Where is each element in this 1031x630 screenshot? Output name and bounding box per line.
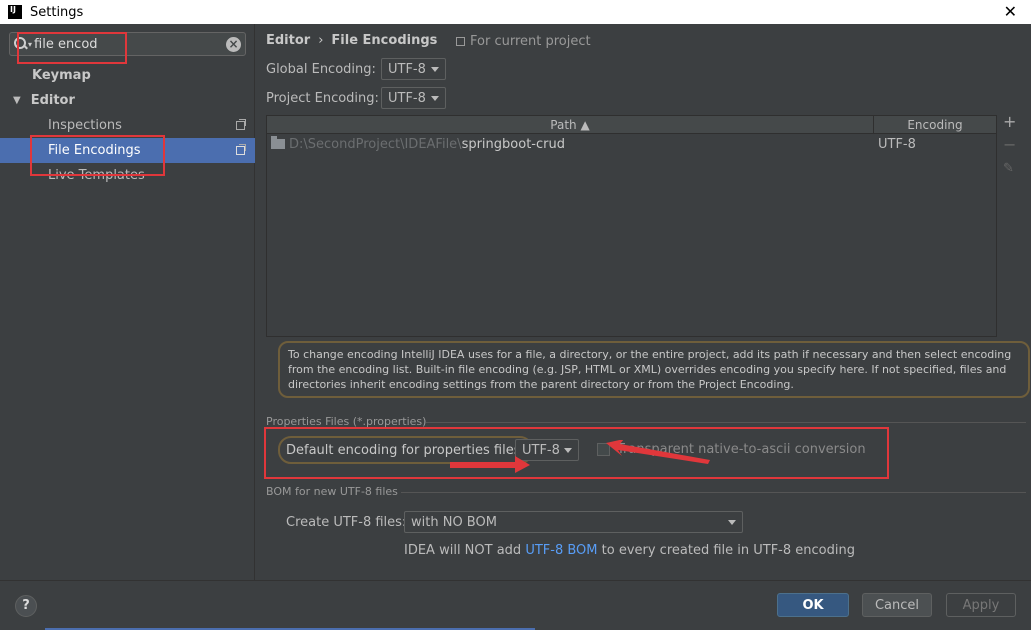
breadcrumb-current: File Encodings: [331, 33, 438, 48]
sidebar-item-live-templates[interactable]: Live Templates: [0, 163, 255, 188]
table-row[interactable]: D:\SecondProject\IDEAFile\ springboot-cru…: [267, 134, 996, 154]
settings-sidebar: ▾ file encod × Keymap ▼ Editor Inspectio…: [0, 24, 255, 580]
sidebar-item-editor[interactable]: ▼ Editor: [0, 88, 255, 113]
intellij-logo-icon: IJ: [8, 5, 22, 19]
properties-section-title: Properties Files (*.properties): [266, 415, 427, 428]
folder-icon: [271, 136, 285, 149]
expand-arrow-icon[interactable]: ▼: [13, 95, 21, 106]
encoding-column-header[interactable]: Encoding: [874, 116, 996, 133]
global-encoding-select[interactable]: UTF-8: [381, 58, 446, 80]
cancel-button[interactable]: Cancel: [862, 593, 932, 617]
encoding-cell[interactable]: UTF-8: [874, 137, 996, 152]
settings-search-input[interactable]: ▾ file encod ×: [9, 32, 246, 56]
path-column-header[interactable]: Path ▲: [267, 116, 874, 133]
search-icon[interactable]: [14, 37, 28, 51]
default-properties-encoding-label-text: Default encoding for properties files:: [286, 442, 525, 458]
sidebar-item-keymap[interactable]: Keymap: [0, 63, 255, 88]
path-cell[interactable]: D:\SecondProject\IDEAFile\ springboot-cru…: [267, 136, 874, 152]
sidebar-item-label: Live Templates: [48, 168, 145, 183]
properties-encoding-value: UTF-8: [522, 442, 560, 458]
clear-search-icon[interactable]: ×: [226, 36, 241, 52]
project-scope-icon: [236, 144, 246, 155]
title-bar: IJ Settings ✕: [0, 0, 1031, 24]
project-scope-icon: [456, 37, 465, 46]
properties-encoding-select[interactable]: UTF-8: [515, 439, 579, 461]
scope-hint-text: For current project: [470, 34, 591, 49]
project-scope-icon: [236, 119, 246, 130]
create-utf8-files-select[interactable]: with NO BOM: [404, 511, 743, 533]
ok-button[interactable]: OK: [777, 593, 849, 617]
create-utf8-files-value: with NO BOM: [411, 514, 497, 530]
bom-hint-pre: IDEA will NOT add: [404, 543, 526, 558]
chevron-down-icon: [564, 448, 572, 453]
bom-hint-post: to every created file in UTF-8 encoding: [597, 543, 855, 558]
path-prefix: D:\SecondProject\IDEAFile\: [289, 136, 462, 152]
settings-content: Editor › File Encodings For current proj…: [256, 24, 1031, 580]
chevron-down-icon: [431, 67, 439, 72]
project-encoding-label: Project Encoding:: [266, 91, 379, 106]
bom-hint: IDEA will NOT add UTF-8 BOM to every cre…: [404, 543, 855, 558]
sidebar-item-label: Editor: [30, 93, 75, 108]
table-header: Path ▲ Encoding: [267, 116, 996, 134]
section-divider: [426, 422, 1026, 423]
native-to-ascii-label[interactable]: Transparent native-to-ascii conversion: [617, 442, 866, 457]
chevron-down-icon: [431, 96, 439, 101]
scope-hint: For current project: [456, 34, 591, 49]
info-message: To change encoding IntelliJ IDEA uses fo…: [278, 341, 1030, 398]
create-utf8-files-label: Create UTF-8 files:: [286, 515, 407, 530]
edit-icon[interactable]: ✎: [1003, 161, 1014, 176]
native-to-ascii-checkbox[interactable]: [597, 443, 610, 456]
apply-button[interactable]: Apply: [946, 593, 1016, 617]
breadcrumb-separator: ›: [318, 33, 324, 48]
section-divider: [401, 492, 1026, 493]
bom-section-title: BOM for new UTF-8 files: [266, 485, 398, 498]
chevron-down-icon: [728, 520, 736, 525]
dialog-footer: ? OK Cancel Apply: [0, 580, 1031, 630]
breadcrumb-parent[interactable]: Editor: [266, 33, 310, 48]
project-encoding-value: UTF-8: [388, 90, 426, 106]
path-encoding-table: Path ▲ Encoding D:\SecondProject\IDEAFil…: [266, 115, 997, 337]
chevron-down-icon[interactable]: ▾: [28, 40, 32, 49]
path-name: springboot-crud: [461, 136, 565, 152]
project-encoding-select[interactable]: UTF-8: [381, 87, 446, 109]
window-title: Settings: [30, 4, 84, 20]
add-icon[interactable]: +: [1003, 112, 1016, 131]
global-encoding-label: Global Encoding:: [266, 62, 376, 77]
sidebar-item-label: Inspections: [48, 118, 122, 133]
breadcrumb: Editor › File Encodings: [266, 33, 437, 48]
sidebar-item-label: Keymap: [32, 68, 91, 83]
sidebar-item-label: File Encodings: [48, 143, 141, 158]
remove-icon[interactable]: −: [1003, 135, 1016, 154]
utf8-bom-link[interactable]: UTF-8 BOM: [525, 543, 597, 558]
global-encoding-value: UTF-8: [388, 61, 426, 77]
sidebar-item-file-encodings[interactable]: File Encodings: [0, 138, 255, 163]
table-toolbar: + − ✎: [998, 112, 1020, 337]
search-input-value[interactable]: file encod: [34, 37, 226, 52]
sidebar-item-inspections[interactable]: Inspections: [0, 113, 255, 138]
help-button[interactable]: ?: [15, 595, 37, 617]
default-properties-encoding-label: Default encoding for properties files:: [278, 436, 533, 464]
close-icon[interactable]: ✕: [1004, 2, 1017, 21]
